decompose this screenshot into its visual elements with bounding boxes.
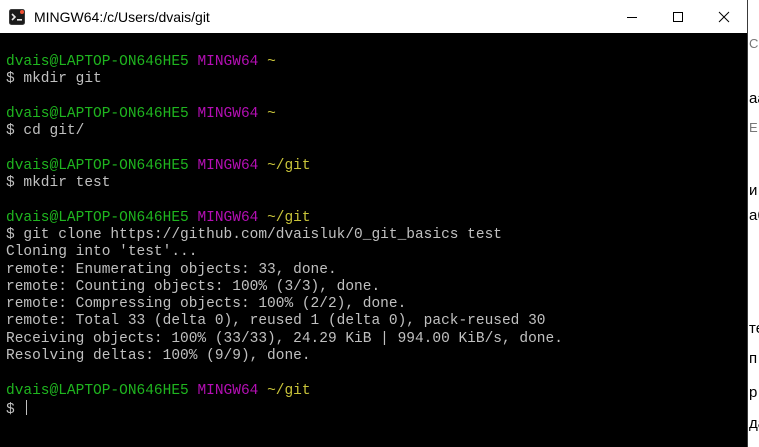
background-text-fragment: аа xyxy=(749,90,759,107)
background-text-fragment: С xyxy=(749,36,759,51)
prompt-path: ~/git xyxy=(267,157,311,174)
prompt-user: dvais@LAPTOP-ON646HE5 xyxy=(6,157,189,174)
prompt-user: dvais@LAPTOP-ON646HE5 xyxy=(6,54,189,70)
prompt-host: MINGW64 xyxy=(197,209,259,226)
output-line: $ git clone https://github.com/dvaisluk/… xyxy=(6,227,747,244)
close-button[interactable] xyxy=(701,0,747,33)
line-text: $ cd git/ xyxy=(6,123,85,140)
background-text-fragment: п xyxy=(749,350,758,367)
prompt-line: dvais@LAPTOP-ON646HE5 MINGW64 ~/git xyxy=(6,158,747,175)
background-text-fragment: р xyxy=(749,384,758,401)
background-window-left-fragment: е xyxy=(0,60,6,71)
line-text: $ git clone https://github.com/dvaisluk/… xyxy=(6,226,502,243)
title-bar[interactable]: MINGW64:/c/Users/dvais/git xyxy=(0,0,747,33)
background-text-fragment: аб xyxy=(749,207,759,224)
prompt-user: dvais@LAPTOP-ON646HE5 xyxy=(6,105,189,122)
minimize-icon xyxy=(627,16,637,18)
prompt-host: MINGW64 xyxy=(197,382,259,399)
line-text: Cloning into 'test'... xyxy=(6,244,198,261)
prompt-line: dvais@LAPTOP-ON646HE5 MINGW64 ~ xyxy=(6,54,747,71)
output-line: $ mkdir test xyxy=(6,175,747,192)
terminal-output[interactable]: dvais@LAPTOP-ON646HE5 MINGW64 ~ $ mkdir g… xyxy=(0,33,747,447)
output-line: $ mkdir git xyxy=(6,71,747,88)
line-text: $ xyxy=(6,401,24,418)
prompt-user: dvais@LAPTOP-ON646HE5 xyxy=(6,209,189,226)
line-text: remote: Total 33 (delta 0), reused 1 (de… xyxy=(6,313,546,330)
background-text-fragment: да xyxy=(749,415,759,432)
output-line: remote: Enumerating objects: 33, done. xyxy=(6,262,747,279)
command-input-line[interactable]: $ xyxy=(6,399,747,418)
prompt-user: dvais@LAPTOP-ON646HE5 xyxy=(6,382,189,399)
output-line: remote: Compressing objects: 100% (2/2),… xyxy=(6,296,747,313)
close-icon xyxy=(718,11,730,22)
prompt-path: ~/git xyxy=(267,382,311,399)
prompt-line: dvais@LAPTOP-ON646HE5 MINGW64 ~/git xyxy=(6,210,747,227)
prompt-path: ~ xyxy=(267,54,276,70)
background-text-fragment: Е xyxy=(749,120,758,135)
window-controls xyxy=(609,0,747,33)
background-text-fragment: те xyxy=(749,320,759,337)
text-cursor xyxy=(26,399,28,415)
output-line: remote: Total 33 (delta 0), reused 1 (de… xyxy=(6,313,747,330)
git-bash-icon xyxy=(9,8,25,25)
prompt-line: dvais@LAPTOP-ON646HE5 MINGW64 ~ xyxy=(6,106,747,123)
prompt-host: MINGW64 xyxy=(197,54,259,70)
prompt-path: ~/git xyxy=(267,209,311,226)
line-text: remote: Enumerating objects: 33, done. xyxy=(6,261,337,278)
terminal-window: MINGW64:/c/Users/dvais/git dvais@LAPTOP-… xyxy=(0,0,748,447)
window-title: MINGW64:/c/Users/dvais/git xyxy=(34,8,210,25)
output-line: Resolving deltas: 100% (9/9), done. xyxy=(6,348,747,365)
maximize-button[interactable] xyxy=(655,0,701,33)
line-text: Resolving deltas: 100% (9/9), done. xyxy=(6,348,311,365)
maximize-icon xyxy=(673,11,683,22)
background-text-fragment: и xyxy=(749,182,758,199)
output-line: Receiving objects: 100% (33/33), 24.29 K… xyxy=(6,331,747,348)
prompt-line: dvais@LAPTOP-ON646HE5 MINGW64 ~/git xyxy=(6,383,747,400)
prompt-host: MINGW64 xyxy=(197,157,259,174)
line-text: remote: Counting objects: 100% (3/3), do… xyxy=(6,278,381,295)
line-text: Receiving objects: 100% (33/33), 24.29 K… xyxy=(6,330,563,347)
background-window-edge: Саа Еи аб те пр да xyxy=(748,0,759,447)
output-line: Cloning into 'test'... xyxy=(6,244,747,261)
output-line: $ cd git/ xyxy=(6,123,747,140)
output-line: remote: Counting objects: 100% (3/3), do… xyxy=(6,279,747,296)
minimize-button[interactable] xyxy=(609,0,655,33)
prompt-path: ~ xyxy=(267,105,276,122)
line-text: $ mkdir test xyxy=(6,175,111,192)
line-text: remote: Compressing objects: 100% (2/2),… xyxy=(6,296,407,313)
prompt-host: MINGW64 xyxy=(197,105,259,122)
line-text: $ mkdir git xyxy=(6,71,102,88)
